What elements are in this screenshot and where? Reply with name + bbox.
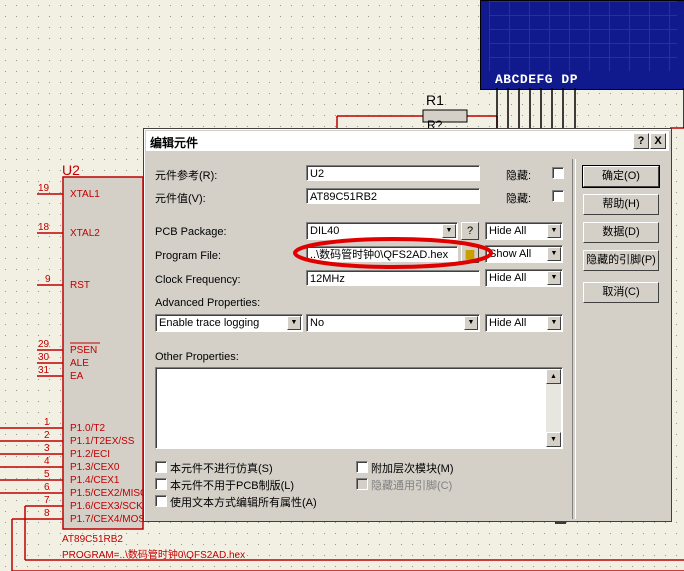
annotation-ellipse — [293, 237, 493, 269]
annotation-overlay — [293, 237, 493, 269]
